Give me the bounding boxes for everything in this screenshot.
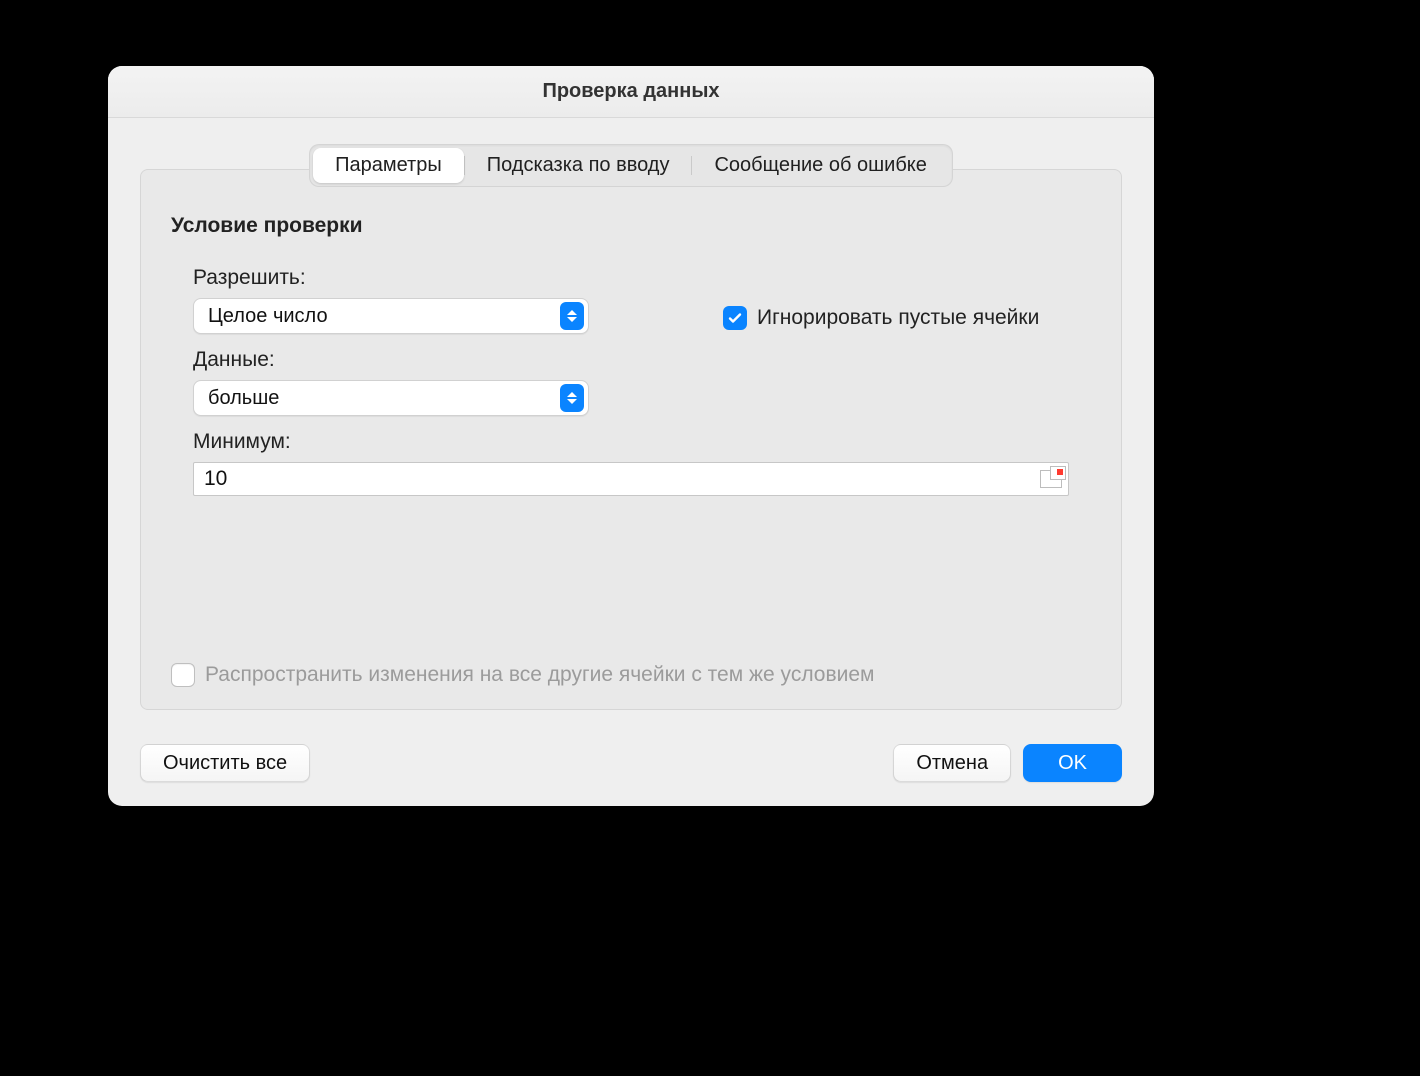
- data-label: Данные:: [193, 348, 593, 372]
- dialog-content: Параметры Подсказка по вводу Сообщение о…: [108, 118, 1154, 726]
- ok-button[interactable]: OK: [1023, 744, 1122, 782]
- tabs-container: Параметры Подсказка по вводу Сообщение о…: [140, 144, 1122, 187]
- propagate-checkbox: Распространить изменения на все другие я…: [171, 637, 1091, 687]
- chevron-up-down-icon: [560, 384, 584, 412]
- range-picker-icon[interactable]: [1040, 470, 1062, 488]
- section-heading: Условие проверки: [171, 214, 1091, 238]
- checkbox-empty-icon: [171, 663, 195, 687]
- minimum-label: Минимум:: [193, 430, 1091, 454]
- data-validation-dialog: Проверка данных Параметры Подсказка по в…: [108, 66, 1154, 806]
- allow-select[interactable]: Целое число: [193, 298, 589, 334]
- tab-input-hint-label: Подсказка по вводу: [487, 154, 670, 176]
- propagate-label: Распространить изменения на все другие я…: [205, 663, 875, 687]
- cancel-button[interactable]: Отмена: [893, 744, 1011, 782]
- tab-parameters[interactable]: Параметры: [313, 148, 464, 183]
- data-field: Данные: больше: [193, 342, 593, 416]
- tab-parameters-label: Параметры: [335, 154, 442, 176]
- tab-error-message-label: Сообщение об ошибке: [714, 154, 926, 176]
- allow-field: Разрешить:: [193, 260, 593, 298]
- minimum-input[interactable]: 10: [193, 462, 1069, 496]
- tabs: Параметры Подсказка по вводу Сообщение о…: [309, 144, 953, 187]
- dialog-footer: Очистить все Отмена OK: [108, 726, 1154, 806]
- tab-input-hint[interactable]: Подсказка по вводу: [465, 148, 692, 183]
- allow-label: Разрешить:: [193, 266, 593, 290]
- tab-error-message[interactable]: Сообщение об ошибке: [692, 148, 948, 183]
- clear-all-button[interactable]: Очистить все: [140, 744, 310, 782]
- parameters-panel: Условие проверки Разрешить: Целое число: [140, 169, 1122, 710]
- dialog-titlebar: Проверка данных: [108, 66, 1154, 118]
- data-select[interactable]: больше: [193, 380, 589, 416]
- minimum-value: 10: [204, 467, 1040, 491]
- ok-label: OK: [1058, 752, 1087, 775]
- ignore-blank-checkbox[interactable]: Игнорировать пустые ячейки: [723, 306, 1039, 330]
- dialog-title: Проверка данных: [542, 80, 719, 103]
- chevron-up-down-icon: [560, 302, 584, 330]
- cancel-label: Отмена: [916, 752, 988, 775]
- clear-all-label: Очистить все: [163, 752, 287, 775]
- checkmark-icon: [723, 306, 747, 330]
- allow-value: Целое число: [208, 305, 328, 328]
- ignore-blank-label: Игнорировать пустые ячейки: [757, 306, 1039, 330]
- data-value: больше: [208, 387, 279, 410]
